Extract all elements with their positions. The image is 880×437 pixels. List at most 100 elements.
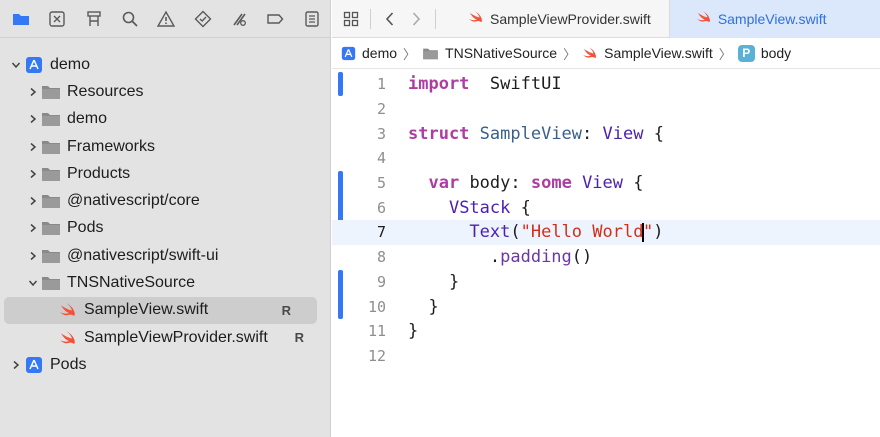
tree-item-pods-folder[interactable]: Pods (0, 215, 330, 242)
code-text: VStack { (386, 198, 531, 218)
back-chevron-icon[interactable] (377, 0, 403, 38)
tree-item-sampleviewprovider-swift[interactable]: SampleViewProvider.swift R (0, 324, 330, 351)
warning-icon[interactable] (148, 0, 184, 38)
jump-bar-project[interactable]: demo (341, 45, 397, 61)
tree-item-demo-project[interactable]: demo (0, 51, 330, 78)
code-text: } (386, 321, 418, 341)
source-control-icon[interactable] (39, 0, 75, 38)
source-control-status-badge: R (294, 330, 304, 346)
code-text: struct SampleView: View { (386, 124, 664, 144)
code-line[interactable]: 9 } (332, 270, 880, 295)
tree-item-label: TNSNativeSource (67, 274, 196, 292)
code-text: Text("Hello World") (386, 222, 663, 242)
code-line[interactable]: 3 struct SampleView: View { (332, 121, 880, 146)
chevron-right-icon[interactable] (26, 221, 40, 235)
chevron-right-icon[interactable] (26, 194, 40, 208)
jump-bar-file[interactable]: SampleView.swift (582, 45, 713, 61)
tree-item-products[interactable]: Products (0, 160, 330, 187)
chevron-right-icon: 〉 (403, 46, 417, 62)
tree-item-frameworks[interactable]: Frameworks (0, 133, 330, 160)
chevron-down-icon[interactable] (9, 58, 23, 72)
tab-label: SampleViewProvider.swift (490, 10, 651, 27)
file-tree: demo Resources demo Frameworks Products (0, 38, 330, 379)
code-text: } (386, 272, 459, 292)
code-token: SampleView (479, 123, 583, 144)
jump-bar: demo 〉 TNSNativeSource 〉 SampleView.swif… (332, 38, 880, 69)
tab-sampleviewprovider-swift[interactable]: SampleViewProvider.swift (442, 0, 670, 38)
chevron-right-icon[interactable] (26, 85, 40, 99)
breakpoint-icon[interactable] (257, 0, 293, 38)
chevron-right-icon[interactable] (26, 140, 40, 154)
toolbar-divider (435, 8, 436, 29)
code-text: import SwiftUI (386, 74, 562, 94)
chevron-right-icon: 〉 (718, 46, 732, 62)
tree-item-sampleview-swift[interactable]: SampleView.swift R (4, 296, 317, 324)
tree-item-demo-folder[interactable]: demo (0, 106, 330, 133)
report-icon[interactable] (294, 0, 330, 38)
code-token: import (408, 74, 470, 95)
swift-file-icon (696, 10, 712, 27)
code-line[interactable]: 7 Text("Hello World") (332, 220, 880, 245)
tree-item-resources[interactable]: Resources (0, 78, 330, 105)
swift-file-icon (468, 10, 484, 27)
code-line[interactable]: 8 .padding() (332, 245, 880, 270)
tab-sampleview-swift[interactable]: SampleView.swift (669, 0, 880, 38)
editor-tab-bar: SampleViewProvider.swift SampleView.swif… (332, 0, 880, 38)
chevron-right-icon[interactable] (26, 112, 40, 126)
chevron-right-icon[interactable] (26, 249, 40, 263)
chevron-right-icon[interactable] (9, 358, 23, 372)
chevron-down-icon[interactable] (26, 276, 40, 290)
debug-icon[interactable] (221, 0, 257, 38)
code-token: { (623, 173, 644, 194)
code-token: " (642, 222, 654, 243)
code-line[interactable]: 12 (332, 344, 880, 369)
chevron-right-icon[interactable] (26, 167, 40, 181)
tree-item-nativescript-swift-ui[interactable]: @nativescript/swift-ui (0, 242, 330, 269)
folder-icon (40, 192, 62, 210)
toolbar-divider (370, 8, 371, 29)
code-line[interactable]: 6 VStack { (332, 195, 880, 220)
code-area[interactable]: 1 import SwiftUI 2 3 struct SampleView: View… (332, 72, 880, 368)
code-line[interactable]: 10 } (332, 294, 880, 319)
forward-chevron-icon[interactable] (403, 0, 429, 38)
code-text: .padding() (386, 247, 592, 267)
tree-item-label: Frameworks (67, 137, 156, 155)
hierarchy-icon[interactable] (76, 0, 112, 38)
code-text: var body: some View { (386, 173, 644, 194)
test-icon[interactable] (185, 0, 221, 38)
code-line[interactable]: 4 (332, 146, 880, 171)
tree-item-pods-project[interactable]: Pods (0, 351, 330, 378)
grid-icon[interactable] (338, 0, 364, 38)
folder-icon (40, 138, 62, 156)
property-icon: P (737, 44, 755, 62)
source-control-status-badge: R (281, 302, 291, 318)
tree-item-label: Pods (50, 355, 87, 373)
line-number: 10 (367, 297, 386, 316)
code-token: "Hello World (520, 222, 644, 243)
chevron-right-icon: 〉 (563, 46, 577, 62)
tree-item-label: Pods (67, 219, 104, 237)
code-text: } (386, 297, 438, 317)
jump-bar-folder[interactable]: TNSNativeSource (422, 45, 557, 61)
code-line[interactable]: 11} (332, 319, 880, 344)
code-line[interactable]: 2 (332, 97, 880, 122)
code-line[interactable]: 1 import SwiftUI (332, 72, 880, 97)
folder-icon[interactable] (3, 0, 39, 38)
tree-item-label: demo (67, 110, 108, 128)
code-token: } (408, 321, 419, 342)
source-editor: SampleViewProvider.swift SampleView.swif… (332, 0, 880, 437)
tree-item-label: Resources (67, 82, 144, 100)
swift-file-icon (582, 46, 598, 60)
tree-item-label: SampleView.swift (84, 301, 209, 319)
line-number: 1 (376, 75, 386, 94)
code-line[interactable]: 5 var body: some View { (332, 171, 880, 196)
tree-item-nativescript-core[interactable]: @nativescript/core (0, 187, 330, 214)
jump-bar-symbol[interactable]: P body (737, 44, 791, 62)
code-token: Text (469, 222, 511, 243)
tree-item-tnsnativesource[interactable]: TNSNativeSource (0, 269, 330, 296)
search-icon[interactable] (112, 0, 148, 38)
